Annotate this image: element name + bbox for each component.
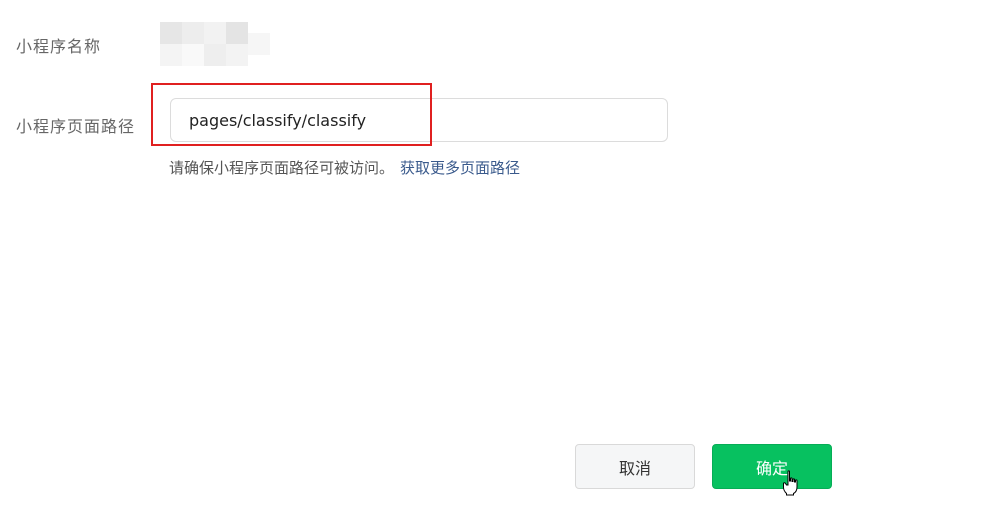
dialog-body: 小程序名称 小程序页面路径 请确保小程序页面路径可被访问。获取更多页面路径 取消… — [0, 0, 992, 519]
path-hint: 请确保小程序页面路径可被访问。 获取更多页面路径 — [169, 157, 520, 178]
confirm-button[interactable]: 确定 — [712, 444, 832, 489]
path-hint-text: 请确保小程序页面路径可被访问。 — [169, 159, 395, 177]
cancel-button[interactable]: 取消 — [575, 444, 695, 489]
miniprogram-name-label: 小程序名称 — [16, 37, 102, 56]
miniprogram-path-label: 小程序页面路径 — [16, 117, 136, 136]
more-paths-link[interactable]: 获取更多页面路径 — [400, 159, 520, 177]
miniprogram-name-redacted — [160, 22, 272, 66]
page-path-input[interactable] — [170, 98, 668, 142]
